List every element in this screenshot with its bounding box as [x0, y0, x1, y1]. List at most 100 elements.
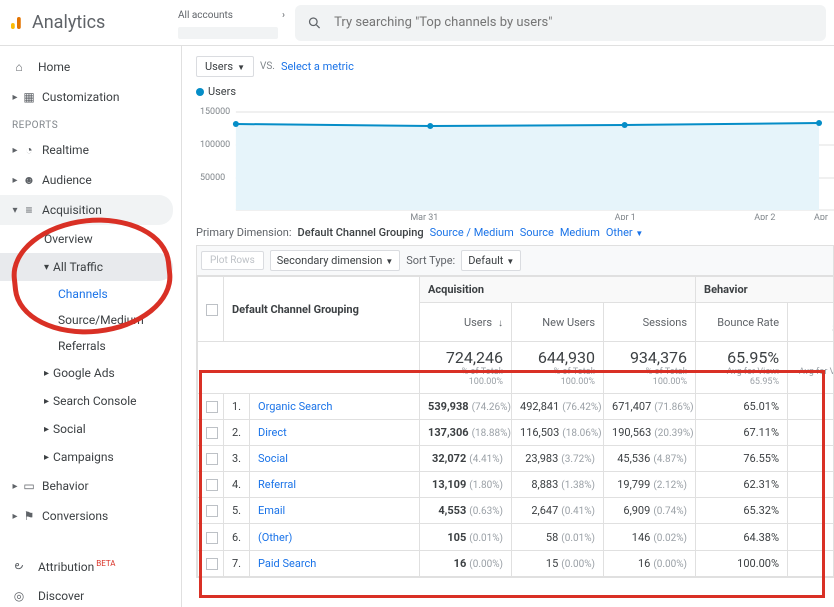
cell-bounce: 76.55% [696, 446, 788, 472]
row-index: 6. [224, 524, 250, 550]
sidebar-item-attribution[interactable]: ౿ AttributionBETA [0, 551, 181, 581]
sidebar-sub-social[interactable]: ▸Social [0, 415, 181, 443]
sidebar-item-discover[interactable]: ◎ Discover [0, 581, 181, 607]
cell-users: 137,306(18.88%) [420, 420, 512, 446]
search-bar[interactable] [295, 5, 826, 41]
primary-dimension-label: Primary Dimension: [196, 226, 292, 239]
checkbox[interactable] [206, 532, 218, 544]
sidebar-sub-sourcemedium[interactable]: Source/Medium [0, 307, 181, 333]
account-selector[interactable]: All accounts › [178, 6, 285, 39]
sidebar-sub-overview[interactable]: Overview [0, 225, 181, 253]
cell-users: 539,938(74.26%) [420, 394, 512, 420]
plot-rows-button: Plot Rows [201, 251, 264, 270]
svg-text:100000: 100000 [200, 140, 230, 150]
col-users[interactable]: Users↓ [420, 303, 512, 342]
col-pps[interactable]: Pages / Session [788, 303, 834, 342]
cell-sessions: 19,799(2.12%) [604, 472, 696, 498]
sidebar-item-home[interactable]: ⌂ Home [0, 52, 181, 82]
row-index: 1. [224, 394, 250, 420]
sidebar-label: Behavior [42, 479, 89, 493]
line-chart: 150000 100000 50000 Mar 31 Apr 1 Apr 2 A… [196, 102, 834, 220]
sidebar-label: All Traffic [53, 260, 103, 274]
checkbox[interactable] [206, 453, 218, 465]
sidebar-sub-campaigns[interactable]: ▸Campaigns [0, 443, 181, 471]
sidebar-label: Channels [58, 287, 108, 301]
checkbox[interactable] [206, 427, 218, 439]
search-input[interactable] [334, 15, 814, 30]
cell-newusers: 58(0.01%) [512, 524, 604, 550]
metric-primary-selector[interactable]: Users▼ [196, 56, 254, 77]
dim-link[interactable]: Source / Medium [430, 226, 514, 239]
cell-newusers: 15(0.00%) [512, 550, 604, 576]
expand-icon: ▸ [44, 396, 49, 407]
channel-link[interactable]: Referral [258, 478, 296, 491]
checkbox[interactable] [206, 304, 218, 316]
channel-link[interactable]: Direct [258, 426, 287, 439]
dim-link[interactable]: Source [520, 226, 554, 239]
cell-bounce: 62.31% [696, 472, 788, 498]
checkbox[interactable] [206, 401, 218, 413]
sidebar: ⌂ Home ▸ ▦ Customization REPORTS ▸ ◔ Rea… [0, 46, 182, 607]
cell-sessions: 190,563(20.39%) [604, 420, 696, 446]
sidebar-label: Acquisition [42, 203, 102, 217]
col-channel[interactable]: Default Channel Grouping [224, 277, 420, 342]
sidebar-item-conversions[interactable]: ▸ ⚑ Conversions [0, 501, 181, 531]
channel-link[interactable]: Social [258, 452, 288, 465]
sidebar-section-reports: REPORTS [0, 112, 181, 135]
sidebar-label: Google Ads [53, 366, 115, 380]
sidebar-item-realtime[interactable]: ▸ ◔ Realtime [0, 135, 181, 165]
legend-label: Users [208, 85, 236, 98]
sidebar-item-customization[interactable]: ▸ ▦ Customization [0, 82, 181, 112]
vs-label: VS. [260, 61, 275, 72]
cell-bounce: 64.38% [696, 524, 788, 550]
cell-users: 32,072(4.41%) [420, 446, 512, 472]
chevron-right-icon: › [282, 10, 285, 21]
sidebar-sub-searchconsole[interactable]: ▸ Search Console [0, 387, 181, 415]
search-icon [307, 15, 322, 31]
channel-link[interactable]: Email [258, 504, 285, 517]
sort-default-button[interactable]: Default▼ [461, 250, 521, 271]
sidebar-label: Audience [42, 173, 92, 187]
clock-icon: ◔ [20, 143, 38, 157]
channel-link[interactable]: (Other) [258, 531, 292, 544]
dim-link[interactable]: Other ▼ [606, 226, 643, 239]
table-row: 4.Referral13,109(1.80%)8,883(1.38%)19,79… [198, 472, 834, 498]
cell-sessions: 16(0.00%) [604, 550, 696, 576]
sidebar-label: Overview [44, 232, 93, 246]
cell-bounce: 67.11% [696, 420, 788, 446]
collapse-icon: ▾ [10, 205, 20, 216]
primary-dimension-current: Default Channel Grouping [298, 226, 424, 239]
sidebar-sub-referrals[interactable]: Referrals [0, 333, 181, 359]
select-metric-link[interactable]: Select a metric [281, 60, 354, 73]
home-icon: ⌂ [10, 60, 28, 74]
cell-pps: 1.75 [788, 394, 834, 420]
secondary-dimension-button[interactable]: Secondary dimension▼ [270, 250, 400, 271]
table-row: 3.Social32,072(4.41%)23,983(3.72%)45,536… [198, 446, 834, 472]
cell-pps: 1.93 [788, 498, 834, 524]
checkbox[interactable] [206, 505, 218, 517]
svg-text:Apr 1: Apr 1 [615, 213, 636, 220]
sidebar-item-acquisition[interactable]: ▾ ≡ Acquisition [0, 195, 173, 225]
svg-text:50000: 50000 [200, 173, 225, 183]
cell-pps: 1.00 [788, 550, 834, 576]
checkbox[interactable] [206, 479, 218, 491]
col-sessions[interactable]: Sessions [604, 303, 696, 342]
sidebar-item-behavior[interactable]: ▸ ▭ Behavior [0, 471, 181, 501]
sidebar-label: Realtime [42, 143, 89, 157]
checkbox[interactable] [206, 558, 218, 570]
table-row: 6.(Other)105(0.01%)58(0.01%)146(0.02%)64… [198, 524, 834, 550]
col-newusers[interactable]: New Users [512, 303, 604, 342]
sidebar-item-audience[interactable]: ▸ ☻ Audience [0, 165, 181, 195]
cell-bounce: 65.32% [696, 498, 788, 524]
sidebar-sub-googleads[interactable]: ▸Google Ads [0, 359, 181, 387]
channel-link[interactable]: Organic Search [258, 400, 332, 413]
acquisition-icon: ≡ [20, 203, 38, 217]
cell-pps: 1.94 [788, 472, 834, 498]
brand-title: Analytics [32, 12, 105, 33]
sidebar-sub-alltraffic[interactable]: ▾ All Traffic [0, 253, 173, 281]
sidebar-label: Search Console [53, 394, 136, 408]
sidebar-sub-channels[interactable]: Channels [0, 281, 181, 307]
col-bounce[interactable]: Bounce Rate [696, 303, 788, 342]
channel-link[interactable]: Paid Search [258, 557, 316, 570]
dim-link[interactable]: Medium [560, 226, 600, 239]
